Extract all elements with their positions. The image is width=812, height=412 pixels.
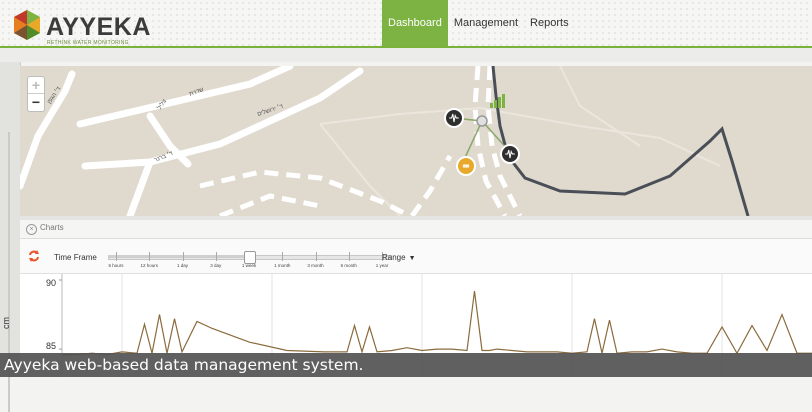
collapse-icon[interactable]: × <box>26 224 37 235</box>
range-dropdown[interactable]: Range ▼ <box>382 253 416 262</box>
slider-label-1-day[interactable]: 1 day <box>177 263 188 268</box>
slider-label-6-hours[interactable]: 6 hours <box>108 263 123 268</box>
sensor-marker-2[interactable] <box>500 144 520 164</box>
y-axis-label: cm <box>1 317 11 329</box>
slider-tick <box>348 252 350 261</box>
caret-down-icon: ▼ <box>408 255 416 262</box>
range-label: Range <box>382 253 406 262</box>
content-frame-top <box>0 48 812 62</box>
y-tick-85: 85 <box>46 341 57 351</box>
nav-management[interactable]: Management <box>448 0 524 40</box>
sensor-marker-3[interactable] <box>456 156 476 176</box>
slider-tick <box>282 252 284 261</box>
slider-label-3-month[interactable]: 3 month <box>307 263 323 268</box>
waveform-icon <box>449 113 459 123</box>
slider-label-1-month[interactable]: 1 month <box>274 263 290 268</box>
main-nav: Dashboard Management Reports <box>382 0 575 46</box>
timeframe-slider[interactable]: 6 hours 12 hours 1 day 3 day 1 week 1 month 3 … <box>108 251 392 269</box>
slider-label-12-hours[interactable]: 12 hours <box>140 263 158 268</box>
y-tick-90: 90 <box>46 278 57 288</box>
slider-label-1-week[interactable]: 1 week <box>242 263 256 268</box>
slider-tick <box>149 252 151 261</box>
top-header: AYYEKA RETHINK WATER MONITORING Dashboar… <box>0 0 812 47</box>
slider-fill <box>108 255 249 258</box>
ayyeka-logo[interactable]: AYYEKA RETHINK WATER MONITORING <box>12 9 152 46</box>
sensor-marker-1[interactable] <box>444 108 464 128</box>
zoom-in-button[interactable]: + <box>28 77 44 94</box>
slider-tick <box>215 252 217 261</box>
slider-label-3-day[interactable]: 3 day <box>210 263 221 268</box>
nav-reports[interactable]: Reports <box>524 0 575 40</box>
waveform-icon <box>505 149 515 159</box>
logo-wordmark: AYYEKA <box>46 13 151 41</box>
slider-tick <box>315 252 317 261</box>
signal-strength-icon <box>490 94 505 108</box>
map-zoom-control: + − <box>27 76 45 112</box>
nav-dashboard[interactable]: Dashboard <box>382 0 448 46</box>
map-view[interactable]: שדרת ד׳ ירושלים ד׳ ברנר ד׳ הגפן צליל + − <box>20 66 812 216</box>
map-roads: שדרת ד׳ ירושלים ד׳ ברנר ד׳ הגפן צליל <box>20 66 750 216</box>
refresh-icon[interactable] <box>28 250 40 262</box>
charts-section-header[interactable]: × Charts <box>20 220 812 239</box>
sensor-icon <box>462 164 470 168</box>
image-caption: Ayyeka web-based data management system. <box>0 353 812 377</box>
slider-tick <box>182 252 184 261</box>
slider-labels: 6 hours 12 hours 1 day 3 day 1 week 1 month 3 … <box>108 263 398 271</box>
content-frame-left <box>0 62 21 412</box>
slider-label-6-month[interactable]: 6 month <box>341 263 357 268</box>
slider-label-1-year[interactable]: 1 year <box>376 263 389 268</box>
chart-toolbar: Time Frame 6 hours 12 hours 1 day 3 day 1 we… <box>20 239 812 274</box>
slider-tick <box>116 252 117 261</box>
data-series-line <box>62 290 812 356</box>
timeframe-label: Time Frame <box>54 253 97 262</box>
charts-section-label: Charts <box>40 223 64 232</box>
zoom-out-button[interactable]: − <box>28 94 44 110</box>
logo-hexagon-icon <box>14 10 40 40</box>
